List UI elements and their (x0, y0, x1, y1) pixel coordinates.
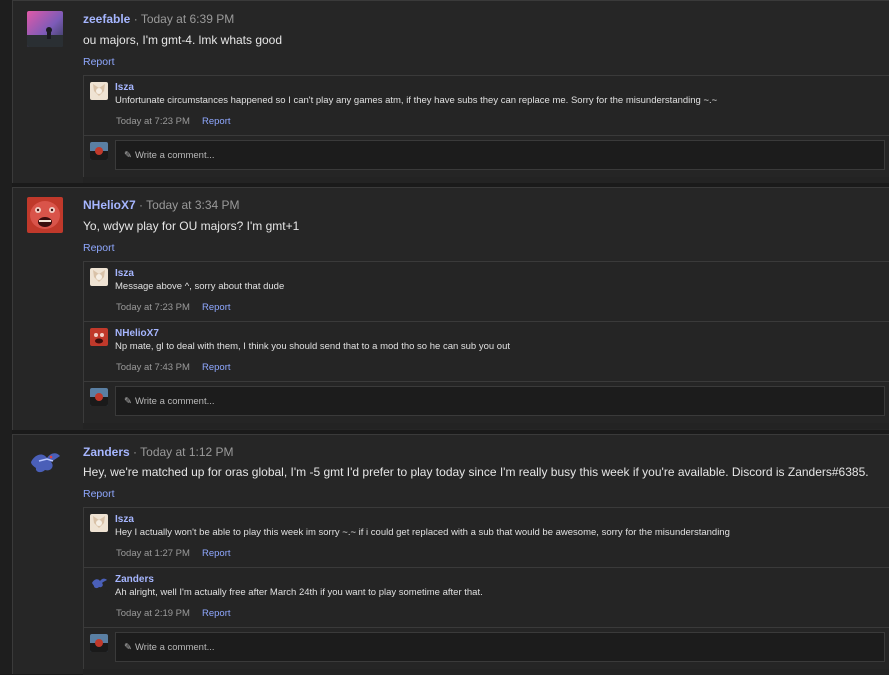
avatar-zeefable[interactable] (27, 11, 63, 47)
pencil-icon: ✎ (124, 396, 132, 407)
comment-author[interactable]: Isza (115, 268, 134, 279)
current-user-avatar (90, 634, 108, 652)
comment-timestamp[interactable]: Today at 7:43 PM (116, 362, 190, 373)
post-timestamp[interactable]: Today at 3:34 PM (146, 198, 239, 212)
post-header: NHelioX7 · Today at 3:34 PM (83, 198, 240, 212)
avatar-isza[interactable] (90, 82, 108, 100)
comment-report-link[interactable]: Report (202, 608, 231, 619)
comment: Zanders Ah alright, well I'm actually fr… (83, 567, 889, 627)
current-user-avatar (90, 388, 108, 406)
comment-author[interactable]: NHelioX7 (115, 328, 159, 339)
post: zeefable · Today at 6:39 PM ou majors, I… (12, 0, 889, 183)
pencil-icon: ✎ (124, 642, 132, 653)
avatar-zanders-small[interactable] (90, 574, 108, 592)
report-link[interactable]: Report (83, 56, 115, 68)
post-author[interactable]: Zanders (83, 445, 130, 459)
post-body: Hey, we're matched up for oras global, I… (83, 465, 869, 479)
comment-input[interactable]: ✎ Write a comment... (115, 140, 885, 170)
avatar-zanders[interactable] (27, 444, 63, 480)
post: NHelioX7 · Today at 3:34 PM Yo, wdyw pla… (12, 187, 889, 430)
comment-author[interactable]: Zanders (115, 574, 154, 585)
comment-report-link[interactable]: Report (202, 116, 231, 127)
comment-input-placeholder: Write a comment... (134, 150, 215, 161)
comment-timestamp[interactable]: Today at 1:27 PM (116, 548, 190, 559)
comment-author[interactable]: Isza (115, 514, 134, 525)
comment-report-link[interactable]: Report (202, 362, 231, 373)
write-comment-row: ✎ Write a comment... (83, 627, 889, 669)
avatar-nheliox7-small[interactable] (90, 328, 108, 346)
comment-input-placeholder: Write a comment... (134, 396, 215, 407)
comment-text: Ah alright, well I'm actually free after… (115, 587, 483, 598)
comment-author[interactable]: Isza (115, 82, 134, 93)
post-body: Yo, wdyw play for OU majors? I'm gmt+1 (83, 219, 300, 233)
comment-timestamp[interactable]: Today at 7:23 PM (116, 116, 190, 127)
comment-text: Hey I actually won't be able to play thi… (115, 527, 730, 538)
comment-text: Unfortunate circumstances happened so I … (115, 95, 718, 106)
comment-thread: Isza Hey I actually won't be able to pla… (83, 507, 889, 675)
separator: · (129, 445, 141, 459)
post-author[interactable]: zeefable (83, 12, 130, 26)
post-timestamp[interactable]: Today at 1:12 PM (140, 445, 233, 459)
avatar-isza[interactable] (90, 268, 108, 286)
comment-text: Np mate, gl to deal with them, I think y… (115, 341, 511, 352)
post: Zanders · Today at 1:12 PM Hey, we're ma… (12, 434, 889, 675)
avatar-isza[interactable] (90, 514, 108, 532)
comment-thread: Isza Unfortunate circumstances happened … (83, 75, 889, 183)
comment-timestamp[interactable]: Today at 7:23 PM (116, 302, 190, 313)
comment-text: Message above ^, sorry about that dude (115, 281, 285, 292)
post-body: ou majors, I'm gmt-4. lmk whats good (83, 33, 283, 47)
report-link[interactable]: Report (83, 488, 115, 500)
post-header: Zanders · Today at 1:12 PM (83, 445, 234, 459)
post-header: zeefable · Today at 6:39 PM (83, 12, 234, 26)
comment-report-link[interactable]: Report (202, 548, 231, 559)
comment-input[interactable]: ✎ Write a comment... (115, 632, 885, 662)
write-comment-row: ✎ Write a comment... (83, 135, 889, 177)
separator: · (135, 198, 147, 212)
left-gutter (0, 0, 12, 674)
separator: · (130, 12, 141, 26)
pencil-icon: ✎ (124, 150, 132, 161)
comment: NHelioX7 Np mate, gl to deal with them, … (83, 321, 889, 381)
write-comment-row: ✎ Write a comment... (83, 381, 889, 423)
comment-input[interactable]: ✎ Write a comment... (115, 386, 885, 416)
comment-thread: Isza Message above ^, sorry about that d… (83, 261, 889, 429)
post-timestamp[interactable]: Today at 6:39 PM (141, 12, 234, 26)
post-author[interactable]: NHelioX7 (83, 198, 136, 212)
report-link[interactable]: Report (83, 242, 115, 254)
comment-feed: zeefable · Today at 6:39 PM ou majors, I… (0, 0, 889, 675)
current-user-avatar (90, 142, 108, 160)
comment: Isza Unfortunate circumstances happened … (83, 75, 889, 135)
comment-timestamp[interactable]: Today at 2:19 PM (116, 608, 190, 619)
comment: Isza Hey I actually won't be able to pla… (83, 507, 889, 567)
comment: Isza Message above ^, sorry about that d… (83, 261, 889, 321)
avatar-nheliox7[interactable] (27, 197, 63, 233)
comment-input-placeholder: Write a comment... (134, 642, 215, 653)
comment-report-link[interactable]: Report (202, 302, 231, 313)
